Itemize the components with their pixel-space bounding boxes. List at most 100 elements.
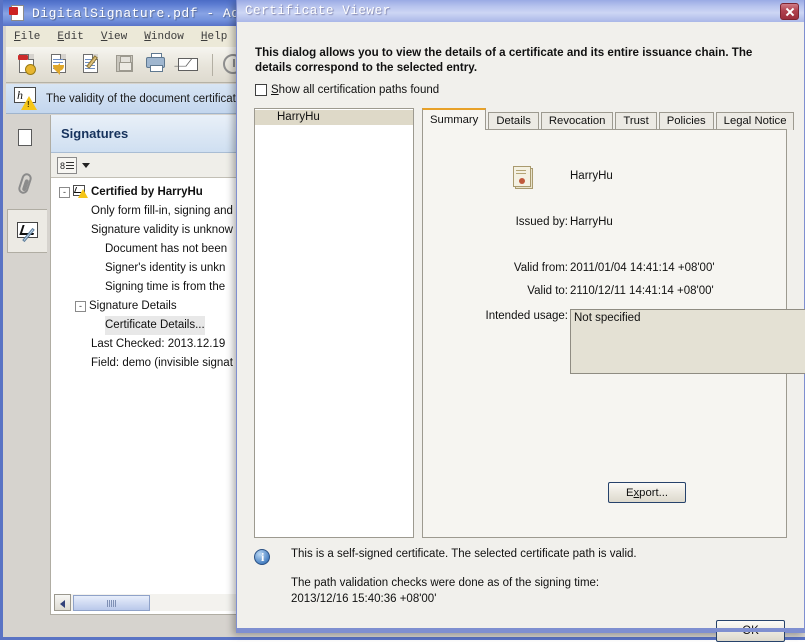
screen: DigitalSignature.pdf - Ado File Edit Vie… [0,0,805,642]
acrobat-window-title: DigitalSignature.pdf - Ado [32,5,248,21]
signatures-panel-header: Signatures [51,115,242,153]
issued-by-value: HarryHu [570,216,613,228]
sidebar-item-attachments[interactable] [7,163,47,207]
tab-trust[interactable]: Trust [615,112,657,130]
chevron-down-icon[interactable] [82,162,90,168]
email-icon[interactable] [174,50,203,79]
scroll-thumb[interactable] [73,594,150,611]
export-button[interactable]: Ex port... [608,482,686,503]
certification-path-list[interactable]: HarryHu [254,108,414,538]
signature-icon [17,222,38,238]
dialog-titlebar: Certificate Viewer [237,0,804,22]
tree-node-label: Signer's identity is unkn [105,262,226,274]
scroll-left-arrow[interactable] [54,594,71,611]
intended-usage-field: Not specified [570,309,805,374]
tree-node-label: Signing time is from the [105,281,226,293]
sidebar-item-pages[interactable] [7,117,47,161]
pages-icon [15,126,32,146]
toolbar-separator [212,53,213,76]
dialog-title: Certificate Viewer [245,4,391,18]
tree-node-label: Field: demo (invisible signat [91,357,233,369]
tab-revocation[interactable]: Revocation [540,112,614,130]
dialog-bottom-edge [237,628,804,632]
certification-warning-icon: h! [13,86,39,111]
certificate-icon [511,166,533,190]
show-all-paths-checkbox[interactable] [255,84,267,96]
notification-text: The validity of the document certificati [46,92,239,105]
tree-node-label: Document has not been [105,243,228,255]
status-line-1: This is a self-signed certificate. The s… [291,548,637,560]
signatures-tree: - Certified by HarryHu Only form fill-in… [55,183,239,588]
tree-node-signing-time[interactable]: Signing time is from the [55,278,239,297]
valid-from-value-wrap: 2011/01/04 14:41:14 +08'00' [570,262,715,274]
menu-file[interactable]: File [14,31,40,43]
valid-from-label: Valid from: [513,262,568,274]
menu-view[interactable]: View [101,31,127,43]
tab-summary[interactable]: Summary [422,108,487,130]
tree-node-certificate-details[interactable]: Certificate Details... [55,316,239,335]
tab-legal-notice[interactable]: Legal Notice [715,112,795,130]
status-line-2: The path validation checks were done as … [291,577,600,589]
issued-by-value-wrap: HarryHu [570,216,613,228]
signatures-panel: Signatures - Certified by HarryHu Only f… [50,115,243,615]
tree-node-field[interactable]: Field: demo (invisible signat [55,354,239,373]
tree-node-label: Certified by HarryHu [91,186,203,198]
signatures-horizontal-scrollbar[interactable] [54,594,239,611]
acrobat-icon [9,5,27,21]
valid-from-label-wrap: Valid from: [423,262,568,274]
list-item[interactable]: HarryHu [255,110,413,125]
show-all-paths-row[interactable]: Show all certification paths found [255,84,439,96]
tree-node-label: Signature Details [89,300,177,312]
valid-to-label: Valid to: [527,285,568,297]
menu-window[interactable]: Window [144,31,184,43]
panel-title: Signatures [61,126,129,141]
tree-node-certified-by[interactable]: - Certified by HarryHu [55,183,239,202]
tab-details[interactable]: Details [488,112,539,130]
tree-node-label: Certificate Details... [105,316,205,335]
tree-node-label: Only form fill-in, signing and [91,205,233,217]
close-icon[interactable] [780,2,799,20]
export-pdf-icon[interactable] [46,50,75,79]
intended-usage-label: Intended usage: [485,310,569,322]
certificate-viewer-dialog: Certificate Viewer This dialog allows yo… [236,0,805,642]
export-label-after: port... [639,486,669,499]
print-icon[interactable] [142,50,171,79]
sidebar-item-signatures[interactable] [7,209,47,253]
navigation-rail [6,115,50,615]
dialog-body: This dialog allows you to view the detai… [237,22,805,642]
tree-node-document-not-modified[interactable]: Document has not been [55,240,239,259]
valid-to-label-wrap: Valid to: [423,285,568,297]
tab-policies[interactable]: Policies [658,112,714,130]
tree-node-validity-unknown[interactable]: Signature validity is unknow [55,221,239,240]
edit-pdf-icon[interactable] [78,50,107,79]
save-icon[interactable] [110,50,139,79]
signature-options-button[interactable] [57,156,77,174]
tree-node-identity-unknown[interactable]: Signer's identity is unkn [55,259,239,278]
twisty-collapse[interactable]: - [59,187,70,198]
summary-tab-panel: HarryHu Issued by: HarryHu Valid from: 2… [422,129,805,538]
create-pdf-icon[interactable] [14,50,43,79]
tree-node-form-fillin[interactable]: Only form fill-in, signing and [55,202,239,221]
intended-usage-label-wrap: Intended usage: [423,310,569,322]
tree-node-label: Signature validity is unknow [91,224,233,236]
valid-from-value: 2011/01/04 14:41:14 +08'00' [570,262,715,274]
tree-node-signature-details[interactable]: - Signature Details [55,297,239,316]
tree-node-last-checked[interactable]: Last Checked: 2013.12.19 [55,335,239,354]
subject-name-row: HarryHu [570,170,613,182]
issued-by-label: Issued by: [515,216,568,228]
menu-help[interactable]: Help [201,31,227,43]
subject-name-value: HarryHu [570,170,613,182]
info-icon [254,549,270,565]
signatures-panel-toolbar [51,153,242,178]
twisty-collapse[interactable]: - [75,301,86,312]
show-all-paths-label: Show all certification paths found [271,84,440,96]
issued-by-label-wrap: Issued by: [423,216,568,228]
dialog-description: This dialog allows you to view the detai… [255,46,753,74]
certification-warning-icon [73,185,88,199]
valid-to-value-wrap: 2110/12/11 14:41:14 +08'00' [570,285,714,297]
tree-node-label: Last Checked: 2013.12.19 [91,338,226,350]
status-line-3: 2013/12/16 15:40:36 +08'00' [291,593,437,605]
menu-edit[interactable]: Edit [57,31,83,43]
paperclip-icon [17,171,33,196]
certificate-tabs: Summary Details Revocation Trust Policie… [422,108,795,130]
